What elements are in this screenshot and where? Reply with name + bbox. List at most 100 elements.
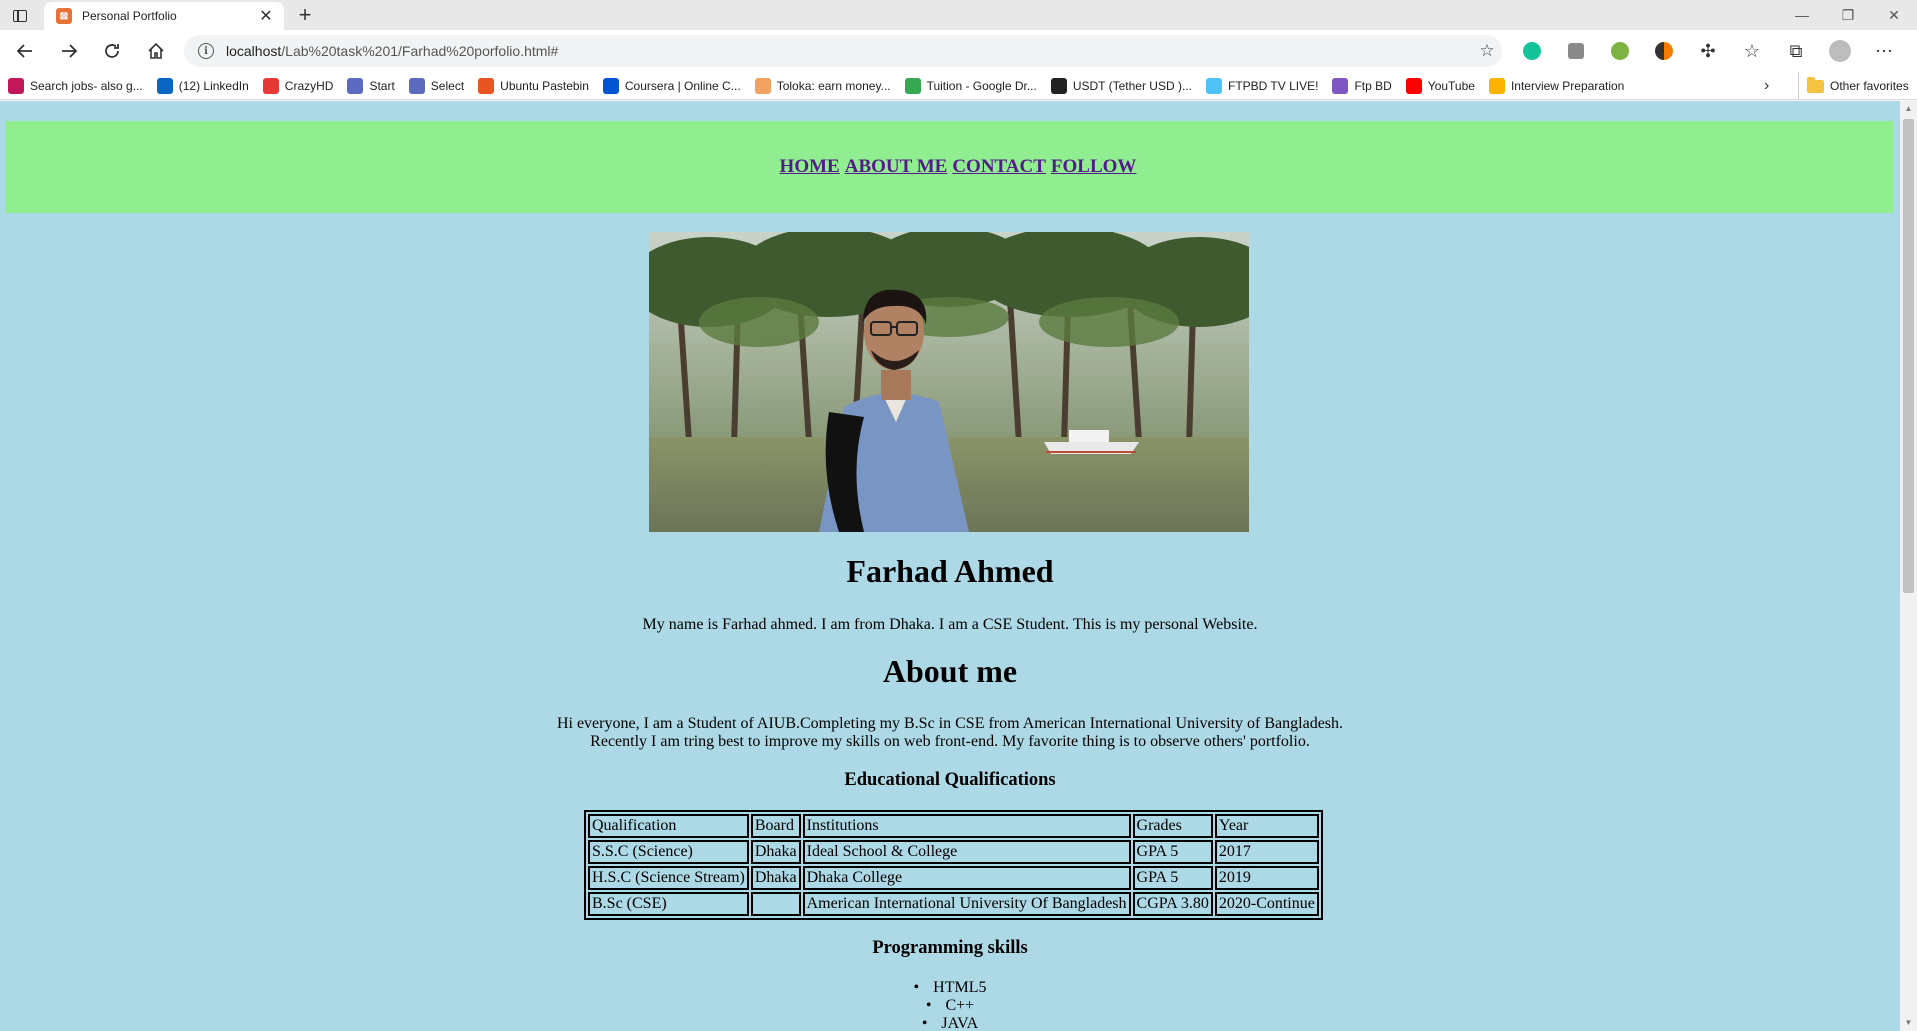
bookmark-favicon-icon [1405,77,1422,94]
other-favorites-folder[interactable]: Other favorites [1798,72,1909,100]
bookmark-item[interactable]: Search jobs- also g... [8,77,143,94]
table-cell: Institutions [802,814,1131,838]
table-cell: Ideal School & College [802,840,1131,864]
scroll-up-arrow-icon[interactable]: ▲ [1900,101,1917,117]
tab-actions-menu-icon[interactable] [8,6,32,26]
tab-title: Personal Portfolio [82,9,177,23]
bookmark-label: Select [430,78,465,93]
collections-icon[interactable]: ⧉ [1774,37,1818,65]
bookmark-label: YouTube [1427,78,1475,93]
back-arrow-icon[interactable] [10,37,40,65]
restore-icon[interactable]: ❐ [1825,0,1871,30]
browser-tab[interactable]: ⊠ Personal Portfolio ✕ [44,2,284,30]
skills-heading: Programming skills [872,938,1028,958]
extensions-area: ✣ ☆ ⧉ ⋯ [1510,37,1906,65]
table-row: S.S.C (Science) Dhaka Ideal School & Colle… [588,840,1319,864]
add-favorite-star-icon[interactable]: ☆ [1472,41,1502,61]
scroll-down-arrow-icon[interactable]: ▼ [1900,1015,1917,1031]
address-bar[interactable]: i localhost/Lab%20task%201/Farhad%20porf… [184,35,1502,67]
skill-item: HTML5 [0,979,1900,997]
url-text[interactable]: localhost/Lab%20task%201/Farhad%20porfol… [226,43,1472,59]
minimize-icon[interactable]: — [1779,0,1825,30]
extensions-puzzle-icon[interactable]: ✣ [1686,37,1730,65]
bookmark-item[interactable]: Select [408,77,465,94]
bookmark-label: CrazyHD [284,78,334,93]
forward-arrow-icon[interactable] [54,37,84,65]
bookmark-label: (12) LinkedIn [178,78,249,93]
bookmark-favicon-icon [754,77,771,94]
scrollbar-thumb[interactable] [1903,119,1914,593]
about-heading: About me [882,653,1018,689]
close-window-icon[interactable]: ✕ [1871,0,1917,30]
bookmark-favicon-icon [478,77,495,94]
favorites-icon[interactable]: ☆ [1730,37,1774,65]
bookmark-item[interactable]: Interview Preparation [1488,77,1624,94]
intro-text: My name is Farhad ahmed. I am from Dhaka… [642,616,1258,633]
bookmark-item[interactable]: Ftp BD [1332,77,1392,94]
bookmark-favicon-icon [408,77,425,94]
other-favorites-label: Other favorites [1830,79,1909,93]
table-cell: Year [1214,814,1319,838]
bookmark-item[interactable]: Toloka: earn money... [754,77,891,94]
site-info-icon[interactable]: i [198,43,214,59]
close-tab-icon[interactable]: ✕ [254,6,278,26]
table-cell [750,892,801,916]
vertical-scrollbar[interactable]: ▲ ▼ [1900,101,1917,1031]
bookmark-favicon-icon [8,77,24,94]
more-menu-icon[interactable]: ⋯ [1862,37,1906,65]
bookmark-label: Ubuntu Pastebin [500,78,589,93]
folder-icon [1807,76,1824,93]
skill-item: C++ [0,997,1900,1015]
table-cell: Board [750,814,801,838]
more-bookmarks-chevron-icon[interactable]: › [1764,72,1769,100]
bookmark-favicon-icon [262,77,279,94]
bookmark-label: USDT (Tether USD )... [1072,78,1192,93]
table-cell: Dhaka [750,866,801,890]
bookmark-item[interactable]: FTPBD TV LIVE! [1205,77,1319,94]
bookmark-item[interactable]: CrazyHD [262,77,334,94]
bookmark-item[interactable]: Tuition - Google Dr... [904,77,1037,94]
about-line-1: Hi everyone, I am a Student of AIUB.Comp… [556,715,1344,732]
profile-avatar-icon[interactable] [1818,37,1862,65]
bookmark-item[interactable]: USDT (Tether USD )... [1050,77,1192,94]
table-cell: Dhaka College [802,866,1131,890]
nav-about-link[interactable]: ABOUT ME [845,156,948,178]
table-cell: American International University Of Ban… [802,892,1131,916]
bookmark-item[interactable]: Start [347,77,395,94]
home-icon[interactable] [141,37,171,65]
page-title: Farhad Ahmed [846,553,1054,589]
grammarly-extension-icon[interactable] [1510,37,1554,65]
nav-home-link[interactable]: HOME [780,156,840,178]
table-cell: Grades [1132,814,1213,838]
bookmark-label: Search jobs- also g... [30,78,143,93]
page-viewport: HOME ABOUT ME CONTACT FOLLOW Farhad Ahme… [0,101,1900,1031]
green-check-extension-icon[interactable] [1598,37,1642,65]
refresh-icon[interactable] [97,37,127,65]
table-row: B.Sc (CSE) American International Univers… [588,892,1319,916]
favorites-bar: Search jobs- also g... (12) LinkedIn Crazy… [0,72,1917,100]
reader-extension-icon[interactable] [1554,37,1598,65]
about-line-2: Recently I am tring best to improve my s… [590,733,1310,750]
bookmark-label: Ftp BD [1354,78,1392,93]
bookmark-favicon-icon [347,77,364,94]
window-controls: — ❐ ✕ [1779,0,1917,30]
orange-extension-icon[interactable] [1642,37,1686,65]
bookmark-item[interactable]: YouTube [1405,77,1475,94]
table-header-row: Qualification Board Institutions Grades Year [588,814,1319,838]
bookmark-label: FTPBD TV LIVE! [1227,78,1319,93]
bookmark-favicon-icon [156,77,173,94]
new-tab-icon[interactable]: + [292,2,318,28]
bookmark-item[interactable]: (12) LinkedIn [156,77,249,94]
skills-list: HTML5C++JAVA [0,979,1900,1031]
bookmark-item[interactable]: Ubuntu Pastebin [478,77,589,94]
table-cell: B.Sc (CSE) [588,892,749,916]
profile-photo [649,232,1249,532]
table-cell: Dhaka [750,840,801,864]
nav-contact-link[interactable]: CONTACT [952,156,1046,178]
bookmark-favicon-icon [602,77,619,94]
bookmark-favicon-icon [1050,77,1067,94]
bookmark-favicon-icon [1332,77,1349,94]
table-cell: GPA 5 [1132,840,1213,864]
nav-follow-link[interactable]: FOLLOW [1051,156,1137,178]
bookmark-item[interactable]: Coursera | Online C... [602,77,741,94]
